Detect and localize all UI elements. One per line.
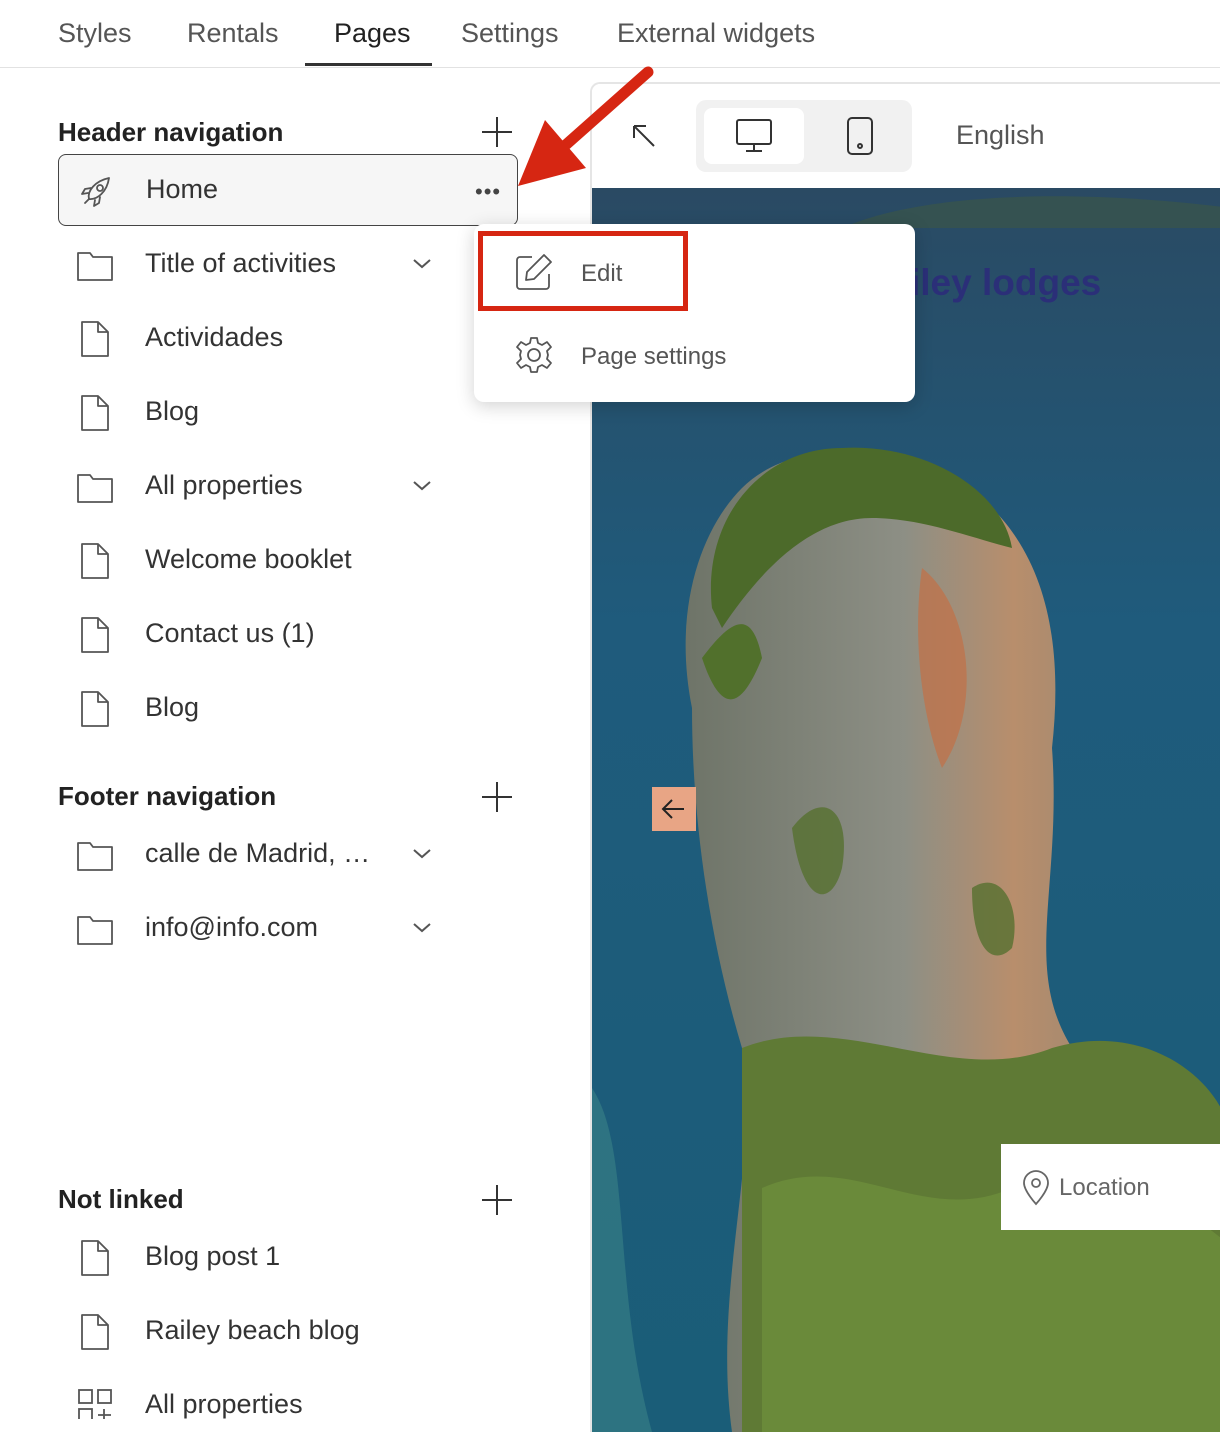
- header-navigation-title: Header navigation: [58, 117, 284, 147]
- folder-icon: [76, 836, 114, 874]
- mobile-view-button[interactable]: [816, 108, 904, 164]
- map-pin-icon: [1021, 1170, 1051, 1211]
- nav-item-label: All properties: [145, 470, 303, 500]
- not-linked-title: Not linked: [58, 1184, 184, 1214]
- nav-item-blog[interactable]: Blog: [58, 376, 518, 448]
- desktop-icon: [736, 119, 772, 152]
- gear-icon: [514, 335, 554, 380]
- grid-icon: [76, 1387, 114, 1419]
- page-icon: [76, 1313, 114, 1351]
- nav-item-label: Title of activities: [145, 248, 337, 278]
- edit-highlight-box: [478, 231, 688, 311]
- footer-navigation-title: Footer navigation: [58, 781, 277, 811]
- nav-item-blog-2[interactable]: Blog: [58, 672, 518, 744]
- collapse-arrow-icon[interactable]: [630, 122, 658, 150]
- mobile-icon: [847, 117, 873, 155]
- nav-item-title-of-activities[interactable]: Title of activities: [58, 228, 518, 300]
- site-brand-title: iley lodges: [910, 262, 1102, 303]
- page-icon: [76, 616, 114, 654]
- tab-settings[interactable]: Settings: [461, 18, 559, 49]
- nav-item-label: Blog: [145, 692, 200, 722]
- folder-icon: [76, 910, 114, 948]
- chevron-down-icon[interactable]: [410, 842, 434, 866]
- location-search-field[interactable]: Location: [1001, 1144, 1220, 1230]
- nav-item-welcome-booklet[interactable]: Welcome booklet: [58, 524, 518, 596]
- add-unlinked-page-button[interactable]: [482, 1185, 512, 1215]
- page-icon: [76, 320, 114, 358]
- nav-item-label: Contact us (1): [145, 618, 315, 648]
- nav-item-home[interactable]: Home •••: [58, 154, 518, 226]
- nav-item-all-properties[interactable]: All properties: [58, 450, 518, 522]
- arrow-left-icon: [661, 799, 684, 819]
- page-settings-label: Page settings: [581, 343, 727, 370]
- page-settings-menu-item[interactable]: Page settings: [514, 325, 894, 385]
- language-selector[interactable]: English: [956, 120, 1045, 151]
- device-toggle: [696, 100, 912, 172]
- desktop-view-button[interactable]: [704, 108, 804, 164]
- tab-external-widgets[interactable]: External widgets: [617, 18, 815, 49]
- chevron-down-icon[interactable]: [410, 474, 434, 498]
- nav-item-railey-beach-blog[interactable]: Railey beach blog: [58, 1295, 518, 1367]
- nav-item-label: Railey beach blog: [145, 1315, 360, 1345]
- active-tab-indicator: [305, 63, 432, 66]
- nav-item-info-email[interactable]: info@info.com: [58, 892, 518, 964]
- more-options-icon[interactable]: •••: [475, 179, 503, 204]
- nav-item-calle-de-madrid[interactable]: calle de Madrid, …: [58, 818, 518, 890]
- nav-item-label: info@info.com: [145, 912, 318, 942]
- tab-pages[interactable]: Pages: [334, 18, 411, 49]
- nav-item-label: Actividades: [145, 322, 284, 352]
- page-icon: [76, 394, 114, 432]
- page-icon: [76, 690, 114, 728]
- chevron-down-icon[interactable]: [410, 252, 434, 276]
- nav-item-label: All properties: [145, 1389, 303, 1419]
- nav-item-actividades[interactable]: Actividades: [58, 302, 518, 374]
- nav-item-label: Home: [146, 174, 219, 204]
- nav-item-all-properties-unlinked[interactable]: All properties: [58, 1369, 518, 1419]
- nav-item-contact-us[interactable]: Contact us (1): [58, 598, 518, 670]
- preview-toolbar: English: [592, 84, 1220, 188]
- tab-rentals[interactable]: Rentals: [187, 18, 279, 49]
- page-icon: [76, 1239, 114, 1277]
- page-icon: [76, 542, 114, 580]
- tab-styles[interactable]: Styles: [58, 18, 132, 49]
- folder-icon: [76, 246, 114, 284]
- carousel-prev-button[interactable]: [652, 787, 696, 831]
- folder-icon: [76, 468, 114, 506]
- nav-item-label: Blog post 1: [145, 1241, 281, 1271]
- nav-item-label: calle de Madrid, …: [145, 838, 371, 868]
- add-footer-page-button[interactable]: [482, 782, 512, 812]
- nav-item-label: Welcome booklet: [145, 544, 352, 574]
- nav-item-label: Blog: [145, 396, 200, 426]
- chevron-down-icon[interactable]: [410, 916, 434, 940]
- top-tab-bar: Styles Rentals Pages Settings External w…: [0, 0, 1220, 68]
- add-header-page-button[interactable]: [482, 117, 512, 147]
- location-placeholder: Location: [1059, 1174, 1150, 1201]
- nav-item-blog-post-1[interactable]: Blog post 1: [58, 1221, 518, 1293]
- rocket-icon: [77, 173, 115, 211]
